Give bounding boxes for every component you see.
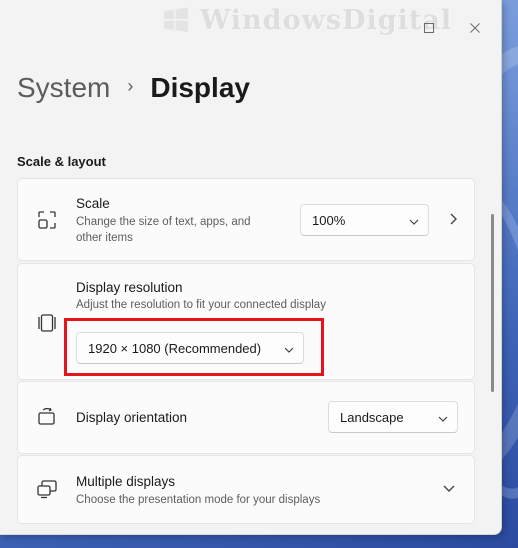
scrollbar[interactable] <box>491 214 494 392</box>
close-icon <box>470 23 480 33</box>
scale-description: Change the size of text, apps, and other… <box>76 216 251 244</box>
scale-dropdown[interactable]: 100% <box>300 204 429 236</box>
watermark-text: WindowsDigital <box>200 4 453 36</box>
breadcrumb: System › Display <box>17 72 250 104</box>
display-orientation-setting: Display orientation Landscape <box>17 381 475 454</box>
watermark: WindowsDigital <box>162 0 452 40</box>
scale-title: Scale <box>76 196 110 211</box>
close-button[interactable] <box>469 22 483 36</box>
page-title: Display <box>150 72 250 103</box>
chevron-down-icon <box>400 213 428 228</box>
multiple-displays-title: Multiple displays <box>76 474 176 489</box>
orientation-value: Landscape <box>340 409 404 425</box>
orientation-icon <box>38 407 55 425</box>
scale-icon <box>38 211 56 229</box>
section-title: Scale & layout <box>17 154 106 169</box>
maximize-button[interactable] <box>423 22 437 36</box>
multiple-displays-description: Choose the presentation mode for your di… <box>76 494 321 506</box>
resolution-description: Adjust the resolution to fit your connec… <box>76 299 326 311</box>
multiple-displays-setting[interactable]: Multiple displays Choose the presentatio… <box>17 455 475 524</box>
windows-logo-icon <box>164 7 188 32</box>
scale-value: 100% <box>312 212 346 228</box>
resolution-highlight-box <box>64 318 324 376</box>
maximize-icon <box>424 23 434 33</box>
orientation-dropdown[interactable]: Landscape <box>328 401 458 433</box>
resolution-icon <box>38 314 56 332</box>
settings-window: WindowsDigital System › Display Scale & … <box>0 0 502 535</box>
resolution-title: Display resolution <box>76 280 183 295</box>
chevron-down-icon <box>429 410 457 425</box>
multiple-displays-icon <box>37 480 57 499</box>
chevron-down-icon[interactable] <box>442 483 456 493</box>
breadcrumb-system[interactable]: System <box>17 72 110 104</box>
scale-setting[interactable]: Scale Change the size of text, apps, and… <box>17 178 475 261</box>
breadcrumb-separator: › <box>127 75 134 96</box>
orientation-title: Display orientation <box>76 410 188 425</box>
chevron-right-icon[interactable] <box>448 212 458 226</box>
